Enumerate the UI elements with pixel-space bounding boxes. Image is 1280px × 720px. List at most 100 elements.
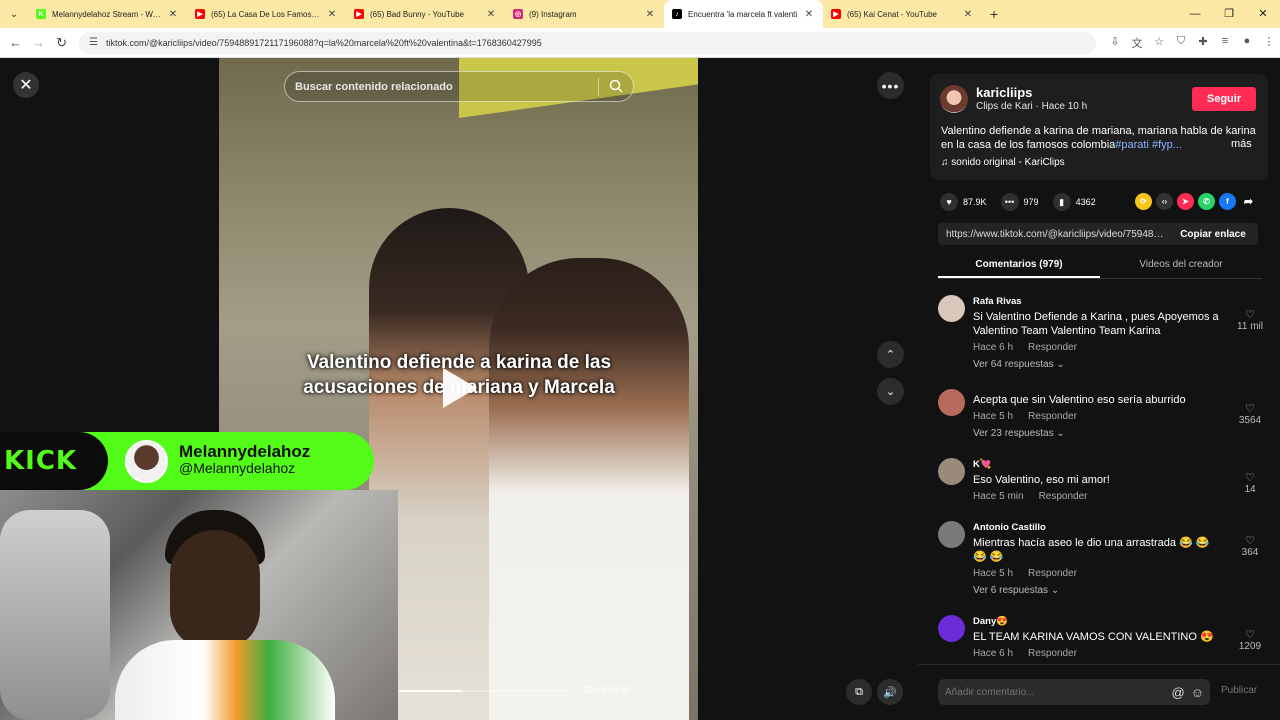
previous-video-button[interactable]: ⌃ xyxy=(877,341,904,368)
composer-icons: @ ☺ xyxy=(1143,679,1210,705)
comment-meta: Hace 5 h Responder xyxy=(973,568,1280,579)
comment-username[interactable]: Rafa Rivas xyxy=(973,288,1280,307)
browser-tab[interactable]: K Melannydelahoz Stream - Watc ✕ xyxy=(28,0,187,28)
heart-outline-icon[interactable]: ♡ xyxy=(1236,628,1264,641)
sound-name: sonido original - KariClips xyxy=(951,157,1065,168)
tab-search-icon[interactable]: ⌄ xyxy=(0,0,28,28)
share-arrow-icon[interactable]: ➦ xyxy=(1240,193,1257,210)
comment-username[interactable]: Antonio Castillo xyxy=(973,514,1280,533)
hashtags[interactable]: #parati #fyp... xyxy=(1115,139,1182,151)
like-heart-icon[interactable]: ♥ xyxy=(940,193,958,211)
tab-close-icon[interactable]: ✕ xyxy=(962,9,974,20)
floating-player-button[interactable]: ⧉ xyxy=(846,679,872,705)
maximize-icon[interactable]: ❐ xyxy=(1212,0,1246,28)
reply-link[interactable]: Responder xyxy=(1028,342,1077,353)
emoji-icon[interactable]: ☺ xyxy=(1191,685,1204,700)
comment-username[interactable] xyxy=(973,382,1280,390)
comment-input[interactable] xyxy=(938,679,1143,705)
follow-button[interactable]: Seguir xyxy=(1192,87,1256,111)
repost-icon[interactable]: ⟳ xyxy=(1135,193,1152,210)
heart-outline-icon[interactable]: ♡ xyxy=(1236,534,1264,547)
tab-close-icon[interactable]: ✕ xyxy=(326,9,338,20)
next-video-button[interactable]: ⌄ xyxy=(877,378,904,405)
comment-text: EL TEAM KARINA VAMOS CON VALENTINO 😍 xyxy=(973,631,1214,643)
close-video-button[interactable]: ✕ xyxy=(13,72,39,98)
translate-icon[interactable]: 文 xyxy=(1126,35,1148,51)
browser-tab[interactable]: ▶ (65) La Casa De Los Famosos C ✕ xyxy=(187,0,346,28)
sound-row[interactable]: ♫ sonido original - KariClips xyxy=(941,157,1065,168)
send-icon[interactable]: ➤ xyxy=(1177,193,1194,210)
site-info-icon[interactable]: ☰ xyxy=(89,37,98,48)
heart-outline-icon[interactable]: ♡ xyxy=(1236,402,1264,415)
comment-like[interactable]: ♡ 1209 xyxy=(1236,628,1264,653)
reply-link[interactable]: Responder xyxy=(1028,411,1077,422)
volume-button[interactable]: 🔊 xyxy=(877,679,903,705)
video-progress-bar[interactable] xyxy=(399,690,569,692)
back-icon[interactable]: ← xyxy=(4,35,27,50)
tab-close-icon[interactable]: ✕ xyxy=(644,9,656,20)
media-icon[interactable]: ≡ xyxy=(1214,35,1236,51)
browser-tab[interactable]: ◎ (9) Instagram ✕ xyxy=(505,0,664,28)
tab-close-icon[interactable]: ✕ xyxy=(167,9,179,20)
comment-avatar[interactable] xyxy=(938,458,965,485)
menu-kebab-icon[interactable]: ⋮ xyxy=(1258,35,1280,51)
author-avatar[interactable] xyxy=(940,85,968,113)
reply-link[interactable]: Responder xyxy=(1028,648,1077,659)
tab-favicon-icon: ▶ xyxy=(831,9,841,19)
browser-tab[interactable]: ♪ Encuentra 'la marcela ft valenti ✕ xyxy=(664,0,823,28)
browser-tab[interactable]: ▶ (65) Bad Bunny - YouTube ✕ xyxy=(346,0,505,28)
reply-link[interactable]: Responder xyxy=(1028,568,1077,579)
close-window-icon[interactable]: ✕ xyxy=(1246,0,1280,28)
reply-link[interactable]: Responder xyxy=(1039,491,1088,502)
comment-like[interactable]: ♡ 14 xyxy=(1236,471,1264,496)
whatsapp-icon[interactable]: ✆ xyxy=(1198,193,1215,210)
new-tab-button[interactable]: + xyxy=(982,6,1006,22)
play-icon[interactable] xyxy=(443,368,477,408)
comment-avatar[interactable] xyxy=(938,615,965,642)
comment-username[interactable]: K💘 xyxy=(973,451,1280,470)
view-replies-link[interactable]: Ver 6 respuestas ⌄ xyxy=(973,585,1280,596)
comment-bubble-icon[interactable]: ••• xyxy=(1000,193,1019,211)
heart-outline-icon[interactable]: ♡ xyxy=(1236,471,1264,484)
publish-button[interactable]: Publicar xyxy=(1221,685,1257,696)
heart-outline-icon[interactable]: ♡ xyxy=(1236,308,1264,321)
copy-link-button[interactable]: Copiar enlace xyxy=(1168,229,1258,240)
tab-comments[interactable]: Comentarios (979) xyxy=(938,255,1100,278)
tab-close-icon[interactable]: ✕ xyxy=(803,9,815,20)
facebook-icon[interactable]: f xyxy=(1219,193,1236,210)
video-link[interactable]: https://www.tiktok.com/@karicliips/video… xyxy=(938,229,1168,240)
profile-icon[interactable]: ● xyxy=(1236,35,1258,51)
url-field[interactable]: ☰ tiktok.com/@karicliips/video/759488917… xyxy=(79,31,1096,54)
view-replies-link[interactable]: Ver 64 respuestas ⌄ xyxy=(973,359,1280,370)
comment-avatar[interactable] xyxy=(938,389,965,416)
search-icon[interactable] xyxy=(609,79,623,93)
more-options-button[interactable]: ••• xyxy=(877,72,904,99)
post-card: karicliips Clips de Kari · Hace 10 h Seg… xyxy=(930,74,1268,180)
install-icon[interactable]: ⇩ xyxy=(1104,35,1126,51)
comment-list[interactable]: Rafa Rivas Si Valentino Defiende a Karina… xyxy=(918,288,1280,661)
embed-icon[interactable]: ‹› xyxy=(1156,193,1173,210)
minimize-icon[interactable]: — xyxy=(1178,0,1212,28)
related-search-input[interactable]: Buscar contenido relacionado xyxy=(284,71,634,102)
comment-avatar[interactable] xyxy=(938,521,965,548)
mention-icon[interactable]: @ xyxy=(1172,685,1185,700)
more-link[interactable]: más xyxy=(1231,138,1252,150)
extensions-icon[interactable]: ✚ xyxy=(1192,35,1214,51)
bookmark-star-icon[interactable]: ☆ xyxy=(1148,35,1170,51)
tab-creator-videos[interactable]: Videos del creador xyxy=(1100,255,1262,278)
bookmark-icon[interactable]: ▮ xyxy=(1052,193,1071,211)
author-name[interactable]: karicliips xyxy=(976,85,1032,100)
comment-like[interactable]: ♡ 3564 xyxy=(1236,402,1264,427)
comment-username[interactable]: Dany😍 xyxy=(973,608,1280,627)
reload-icon[interactable]: ↻ xyxy=(50,35,73,51)
comment-like[interactable]: ♡ 364 xyxy=(1236,534,1264,559)
comment-like[interactable]: ♡ 11 mil xyxy=(1236,308,1264,333)
comment-like-count: 14 xyxy=(1244,484,1256,495)
shield-icon[interactable]: ⛉ xyxy=(1170,35,1192,51)
forward-icon[interactable]: → xyxy=(27,35,50,50)
browser-tab[interactable]: ▶ (65) Kai Cenat - YouTube ✕ xyxy=(823,0,982,28)
comment-like-count: 1209 xyxy=(1238,641,1262,652)
view-replies-link[interactable]: Ver 23 respuestas ⌄ xyxy=(973,428,1280,439)
tab-close-icon[interactable]: ✕ xyxy=(485,9,497,20)
comment-avatar[interactable] xyxy=(938,295,965,322)
